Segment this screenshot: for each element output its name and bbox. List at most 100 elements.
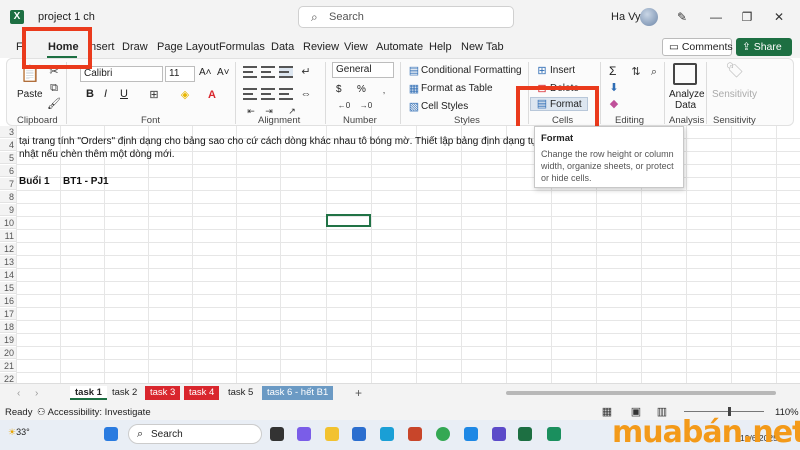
accessibility-status[interactable]: ⚇ Accessibility: Investigate	[37, 407, 151, 418]
zoom-slider[interactable]	[684, 411, 764, 412]
row-header[interactable]: 13	[0, 256, 16, 268]
horizontal-scrollbar[interactable]	[506, 391, 776, 395]
taskbar-search[interactable]: ⌕ Search	[128, 424, 262, 444]
close-button[interactable]: ✕	[768, 8, 790, 26]
format-painter-icon[interactable]: 🖌	[46, 96, 62, 112]
avatar[interactable]	[640, 8, 658, 26]
task-view-icon[interactable]	[270, 427, 284, 441]
cell-styles-button[interactable]: Cell Styles	[421, 101, 468, 112]
sheet-tab-task5[interactable]: task 5	[223, 386, 258, 400]
pen-icon[interactable]: ✎	[671, 8, 693, 26]
row-header[interactable]: 12	[0, 243, 16, 255]
start-icon[interactable]	[104, 427, 118, 441]
tab-new-tab[interactable]: New Tab	[461, 41, 504, 53]
tab-review[interactable]: Review	[303, 41, 339, 53]
word-icon[interactable]	[352, 427, 366, 441]
number-format-select[interactable]: General	[332, 62, 394, 78]
teams-icon[interactable]	[297, 427, 311, 441]
align-right-icon[interactable]	[279, 88, 293, 100]
bold-button[interactable]: B	[86, 88, 94, 100]
row-header[interactable]: 5	[0, 152, 16, 164]
sheet-tab-task4[interactable]: task 4	[184, 386, 220, 400]
format-as-table-button[interactable]: Format as Table	[421, 83, 493, 94]
tab-data[interactable]: Data	[271, 41, 294, 53]
active-cell[interactable]	[326, 214, 371, 227]
font-size-select[interactable]: 11	[165, 66, 195, 82]
row-header[interactable]: 11	[0, 230, 16, 242]
increase-font-button[interactable]: A˄	[199, 67, 212, 78]
align-center-icon[interactable]	[261, 88, 275, 100]
sort-filter-icon[interactable]: ⇅	[628, 64, 644, 80]
edge-icon[interactable]	[464, 427, 478, 441]
conditional-formatting-button[interactable]: Conditional Formatting	[421, 65, 522, 76]
search-box[interactable]: ⌕ Search	[298, 6, 514, 28]
analyze-data-button[interactable]: Analyze	[669, 89, 705, 100]
comma-style-icon[interactable]: ,	[376, 82, 392, 98]
cell-c7[interactable]: BT1 - PJ1	[63, 176, 109, 187]
sheet-tab-task6[interactable]: task 6 - hết B1	[262, 386, 334, 400]
row-header[interactable]: 18	[0, 321, 16, 333]
teams-work-icon[interactable]	[492, 427, 506, 441]
analyze-data-button-line2[interactable]: Data	[675, 100, 696, 111]
sheet-tab-task2[interactable]: task 2	[107, 386, 142, 400]
cell-b7[interactable]: Buổi 1	[19, 176, 50, 187]
share-button[interactable]: ⇪ Share	[736, 38, 792, 56]
increase-decimal-icon[interactable]: ←0	[336, 98, 352, 114]
tab-automate[interactable]: Automate	[376, 41, 423, 53]
row-header[interactable]: 7	[0, 178, 16, 190]
cell-text-row4[interactable]: tại trang tính "Orders" định dạng cho bả…	[19, 136, 581, 147]
sheet-tab-task1[interactable]: task 1	[70, 386, 107, 400]
align-middle-icon[interactable]	[261, 66, 275, 78]
font-color-icon[interactable]: A	[204, 87, 220, 103]
row-header[interactable]: 6	[0, 165, 16, 177]
tab-formulas[interactable]: Formulas	[219, 41, 265, 53]
excel-taskbar-icon[interactable]	[518, 427, 532, 441]
fill-icon[interactable]: ⬇	[606, 80, 622, 96]
row-header[interactable]: 20	[0, 347, 16, 359]
font-name-select[interactable]: Calibri	[80, 66, 163, 82]
weather-widget[interactable]: ☀33°	[8, 427, 30, 438]
align-top-icon[interactable]	[243, 66, 257, 78]
powerpoint-icon[interactable]	[408, 427, 422, 441]
chrome-icon[interactable]	[436, 427, 450, 441]
row-header[interactable]: 14	[0, 269, 16, 281]
row-header[interactable]: 15	[0, 282, 16, 294]
next-sheet-icon[interactable]: ›	[35, 388, 38, 399]
clear-icon[interactable]: ◆	[606, 96, 622, 112]
mail-icon[interactable]	[380, 427, 394, 441]
minimize-button[interactable]: —	[705, 8, 727, 26]
sheet-tab-task3[interactable]: task 3	[145, 386, 181, 400]
prev-sheet-icon[interactable]: ‹	[17, 388, 20, 399]
document-title[interactable]: project 1 ch	[38, 11, 95, 23]
comments-button[interactable]: ▭ Comments	[662, 38, 733, 56]
decrease-font-button[interactable]: A˅	[217, 67, 230, 78]
borders-icon[interactable]: ⊞	[146, 87, 162, 103]
align-left-icon[interactable]	[243, 88, 257, 100]
row-header[interactable]: 21	[0, 360, 16, 372]
tab-insert[interactable]: nsert	[90, 41, 114, 53]
insert-cells-button[interactable]: Insert	[550, 65, 575, 76]
currency-button[interactable]: $	[336, 84, 342, 95]
fill-color-icon[interactable]: ◈	[177, 87, 193, 103]
italic-button[interactable]: I	[104, 88, 107, 100]
restore-button[interactable]: ❐	[736, 8, 758, 26]
wrap-text-icon[interactable]: ↵	[298, 64, 314, 80]
paste-button[interactable]: Paste	[17, 89, 43, 100]
percent-button[interactable]: %	[357, 84, 366, 95]
row-header[interactable]: 16	[0, 295, 16, 307]
row-header[interactable]: 4	[0, 139, 16, 151]
merge-center-icon[interactable]: ⇔	[298, 86, 314, 102]
row-header[interactable]: 8	[0, 191, 16, 203]
copy-icon[interactable]: ⧉	[46, 80, 62, 96]
cell-text-row5[interactable]: nhật nếu chèn thêm một dòng mới.	[19, 149, 175, 160]
add-sheet-button[interactable]: +	[355, 386, 362, 400]
app-icon[interactable]	[547, 427, 561, 441]
file-explorer-icon[interactable]	[325, 427, 339, 441]
tab-draw[interactable]: Draw	[122, 41, 148, 53]
find-select-icon[interactable]: ⌕	[646, 64, 662, 80]
decrease-decimal-icon[interactable]: →0	[358, 98, 374, 114]
row-header[interactable]: 17	[0, 308, 16, 320]
row-header[interactable]: 9	[0, 204, 16, 216]
tab-help[interactable]: Help	[429, 41, 452, 53]
underline-button[interactable]: U	[120, 88, 128, 100]
